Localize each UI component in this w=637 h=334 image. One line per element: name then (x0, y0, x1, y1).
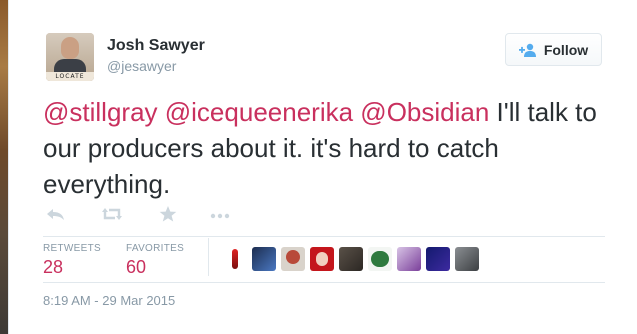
favoriter-avatar[interactable] (281, 247, 305, 271)
stats-bottom-divider (43, 282, 605, 283)
more-button[interactable] (209, 205, 231, 223)
background-strip (0, 0, 8, 334)
favorite-star-icon (159, 206, 177, 222)
avatar-tag: LOCATE (46, 72, 94, 81)
follow-button[interactable]: Follow (505, 33, 602, 66)
favorites-count[interactable]: 60 (126, 257, 146, 278)
reply-icon (47, 209, 64, 220)
tweet-timestamp[interactable]: 8:19 AM - 29 Mar 2015 (43, 293, 175, 308)
favoriter-avatar[interactable] (339, 247, 363, 271)
more-icon (210, 213, 230, 219)
author-name[interactable]: Josh Sawyer (107, 37, 205, 55)
follow-button-label: Follow (543, 41, 589, 58)
retweet-icon (102, 208, 122, 220)
stats-top-divider (43, 236, 605, 237)
retweets-count[interactable]: 28 (43, 257, 63, 278)
mention-link[interactable]: @icequeenerika (165, 97, 353, 127)
author-handle[interactable]: @jesawyer (107, 58, 176, 74)
tweet-text: @stillgray @icequeenerika @Obsidian I'll… (43, 94, 613, 202)
favorite-button[interactable] (157, 205, 179, 223)
add-user-icon (518, 43, 536, 57)
reply-button[interactable] (45, 205, 67, 223)
favoriter-avatar[interactable] (426, 247, 450, 271)
favorites-label[interactable]: FAVORITES (126, 243, 184, 254)
favoriter-avatar[interactable] (455, 247, 479, 271)
mention-link[interactable]: @Obsidian (360, 97, 489, 127)
retweets-label[interactable]: RETWEETS (43, 243, 101, 254)
favoriter-avatar[interactable] (223, 247, 247, 271)
mention-link[interactable]: @stillgray (43, 97, 158, 127)
favoriter-avatar[interactable] (397, 247, 421, 271)
favoriter-avatar[interactable] (310, 247, 334, 271)
favoriter-avatar[interactable] (252, 247, 276, 271)
retweet-button[interactable] (101, 205, 123, 223)
tweet-card: LOCATE Josh Sawyer @jesawyer Follow @sti… (8, 0, 637, 334)
stats-separator (208, 238, 209, 276)
author-avatar[interactable]: LOCATE (46, 33, 94, 81)
favoriter-avatar[interactable] (368, 247, 392, 271)
